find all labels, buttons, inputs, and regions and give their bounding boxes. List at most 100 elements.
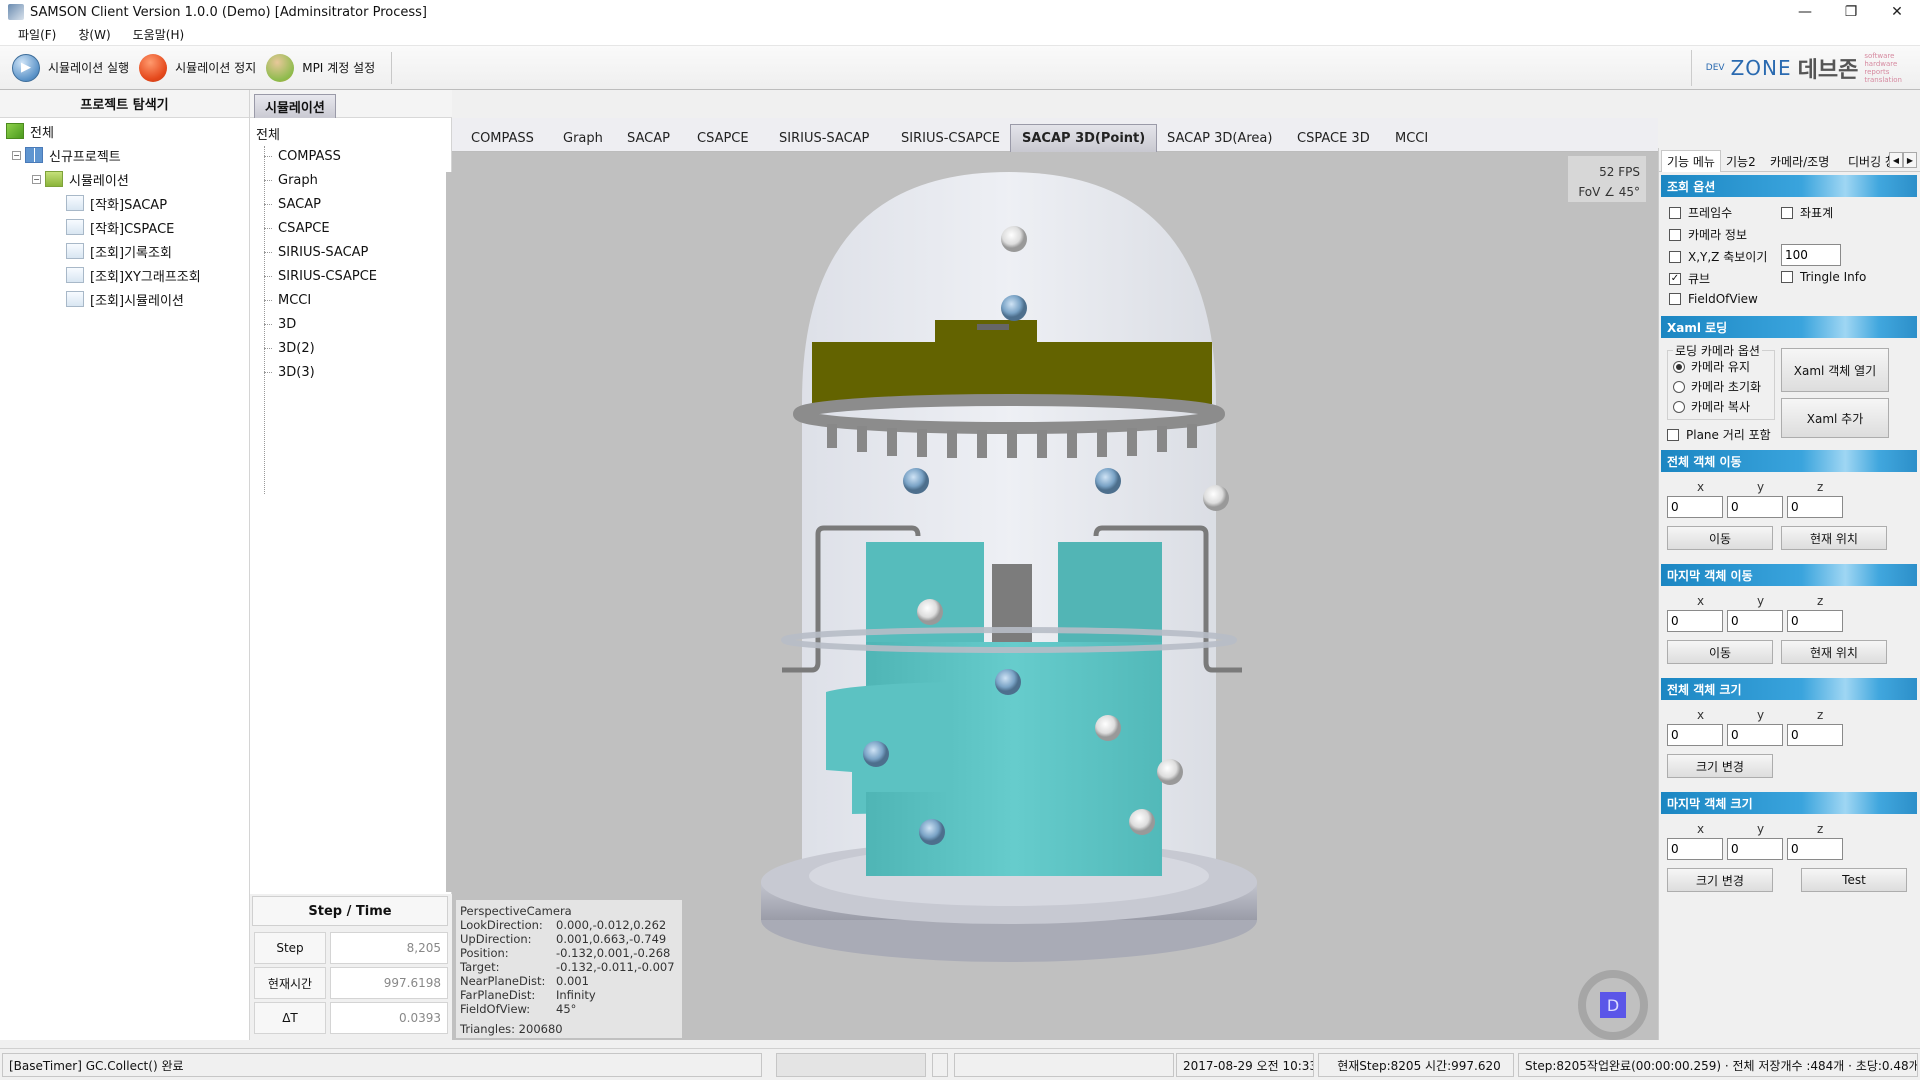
tab-compass[interactable]: COMPASS: [460, 124, 545, 152]
move-all-y-input[interactable]: [1727, 496, 1783, 518]
tab-scroll-right-icon[interactable]: ▶: [1903, 152, 1917, 168]
view-cube[interactable]: D: [1578, 970, 1648, 1040]
tree-project[interactable]: − 신규프로젝트: [12, 144, 121, 166]
chart-icon: [66, 195, 84, 211]
sim-root[interactable]: 전체: [256, 124, 280, 143]
tab-sirius-sacap[interactable]: SIRIUS-SACAP: [768, 124, 880, 152]
cube-checkbox[interactable]: ✓ 큐브: [1669, 270, 1710, 287]
tab-csapce[interactable]: CSAPCE: [686, 124, 760, 152]
tringle-info-checkbox[interactable]: Tringle Info: [1781, 270, 1866, 284]
move-all-x-input[interactable]: [1667, 496, 1723, 518]
test-button[interactable]: Test: [1801, 868, 1907, 892]
radio-icon: [1673, 400, 1685, 413]
radio-keep-camera[interactable]: 카메라 유지: [1673, 358, 1750, 375]
size-last-x-input[interactable]: [1667, 838, 1723, 860]
size-all-y-input[interactable]: [1727, 724, 1783, 746]
sim-item-sirius-csapce[interactable]: SIRIUS-CSAPCE: [264, 266, 377, 286]
sim-item-graph[interactable]: Graph: [264, 170, 318, 190]
checkbox-icon: [1669, 228, 1681, 241]
tree-item[interactable]: [조회]시뮬레이션: [66, 288, 184, 310]
menu-window[interactable]: 창(W): [78, 26, 110, 43]
size-last-y-input[interactable]: [1727, 838, 1783, 860]
size-last-z-input[interactable]: [1787, 838, 1843, 860]
menu-file[interactable]: 파일(F): [18, 26, 56, 43]
camera-row: Position: -0.132,0.001,-0.268: [460, 946, 671, 960]
view-cube-face[interactable]: D: [1600, 992, 1626, 1018]
tree-item[interactable]: [작화]SACAP: [66, 192, 167, 214]
move-all-button[interactable]: 이동: [1667, 526, 1773, 550]
minimize-button[interactable]: —: [1782, 0, 1828, 24]
size-all-z-input[interactable]: [1787, 724, 1843, 746]
axis-label-y: y: [1757, 594, 1765, 608]
particle-blue: [863, 741, 889, 767]
stop-simulation-button[interactable]: 시뮬레이션 정지: [139, 53, 256, 82]
restore-button[interactable]: ❐: [1828, 0, 1874, 24]
tree-root[interactable]: 전체: [6, 120, 54, 142]
tree-item[interactable]: [조회]기록조회: [66, 240, 172, 262]
open-xaml-button[interactable]: Xaml 객체 열기: [1781, 348, 1889, 392]
coord-checkbox[interactable]: 좌표계: [1781, 204, 1833, 221]
add-xaml-button[interactable]: Xaml 추가: [1781, 398, 1889, 438]
sim-item-3d[interactable]: 3D: [264, 314, 296, 334]
tab-simulation[interactable]: 시뮬레이션: [254, 94, 336, 118]
tab-debug[interactable]: 디버깅 창: [1843, 150, 1895, 172]
tab-sacap-3d-area[interactable]: SACAP 3D(Area): [1156, 124, 1283, 152]
close-button[interactable]: ✕: [1874, 0, 1920, 24]
logo-tags: software hardware reports translation: [1864, 52, 1902, 84]
move-last-button[interactable]: 이동: [1667, 640, 1773, 664]
sim-item-compass[interactable]: COMPASS: [264, 146, 341, 166]
step-label: Step: [254, 932, 326, 964]
sim-item-mcci[interactable]: MCCI: [264, 290, 311, 310]
tab-sacap[interactable]: SACAP: [616, 124, 681, 152]
move-all-z-input[interactable]: [1787, 496, 1843, 518]
camera-info-checkbox[interactable]: 카메라 정보: [1669, 226, 1747, 243]
radio-copy-camera[interactable]: 카메라 복사: [1673, 398, 1750, 415]
tree-simulation[interactable]: − 시뮬레이션: [32, 168, 129, 190]
collapse-icon[interactable]: −: [32, 174, 41, 184]
move-last-current-position-button[interactable]: 현재 위치: [1781, 640, 1887, 664]
tab-sacap-3d-point[interactable]: SACAP 3D(Point): [1010, 124, 1158, 152]
menu-help[interactable]: 도움말(H): [133, 26, 185, 43]
sim-item-csapce[interactable]: CSAPCE: [264, 218, 330, 238]
tab-graph[interactable]: Graph: [552, 124, 614, 152]
tab-cspace-3d[interactable]: CSPACE 3D: [1286, 124, 1381, 152]
lid-top: [935, 320, 1037, 344]
camera-row: UpDirection: 0.001,0.663,-0.749: [460, 932, 667, 946]
field-of-view-checkbox[interactable]: FieldOfView: [1669, 292, 1758, 306]
axis-length-input[interactable]: [1781, 244, 1841, 266]
status-spacer: [932, 1053, 948, 1077]
status-message: [BaseTimer] GC.Collect() 완료: [2, 1053, 762, 1077]
move-last-y-input[interactable]: [1727, 610, 1783, 632]
3d-viewport[interactable]: 52 FPS FoV ∠ 45° PerspectiveCamera LookD…: [452, 152, 1658, 1040]
particle-white: [1095, 715, 1121, 741]
mpi-settings-button[interactable]: MPI 계정 설정: [266, 53, 375, 82]
move-last-z-input[interactable]: [1787, 610, 1843, 632]
size-all-x-input[interactable]: [1667, 724, 1723, 746]
resize-last-button[interactable]: 크기 변경: [1667, 868, 1773, 892]
frame-count-checkbox[interactable]: 프레임수: [1669, 204, 1732, 221]
sim-item-sacap[interactable]: SACAP: [264, 194, 321, 214]
sim-item-sirius-sacap[interactable]: SIRIUS-SACAP: [264, 242, 368, 262]
move-last-x-input[interactable]: [1667, 610, 1723, 632]
tab-camera-light[interactable]: 카메라/조명: [1765, 150, 1834, 172]
checkbox-icon: [1667, 428, 1679, 441]
tab-scroll-left-icon[interactable]: ◀: [1889, 152, 1903, 168]
radio-reset-camera[interactable]: 카메라 초기화: [1673, 378, 1761, 395]
collapse-icon[interactable]: −: [12, 150, 21, 160]
tab-feature-menu[interactable]: 기능 메뉴: [1661, 150, 1721, 172]
title-bar: SAMSON Client Version 1.0.0 (Demo) [Admi…: [0, 0, 1920, 24]
logo-korean: 데브존: [1797, 58, 1859, 83]
tab-sirius-csapce[interactable]: SIRIUS-CSAPCE: [890, 124, 1011, 152]
tab-feature2[interactable]: 기능2: [1721, 150, 1761, 172]
resize-all-button[interactable]: 크기 변경: [1667, 754, 1773, 778]
move-all-current-position-button[interactable]: 현재 위치: [1781, 526, 1887, 550]
plane-distance-checkbox[interactable]: Plane 거리 포함: [1667, 426, 1771, 443]
tree-item[interactable]: [조회]XY그래프조회: [66, 264, 201, 286]
sim-item-3d-3[interactable]: 3D(3): [264, 362, 315, 382]
xyz-axis-checkbox[interactable]: X,Y,Z 축보이기: [1669, 248, 1767, 265]
tab-mcci[interactable]: MCCI: [1384, 124, 1439, 152]
tree-item[interactable]: [작화]CSPACE: [66, 216, 174, 238]
run-simulation-button[interactable]: ▶ 시뮬레이션 실행: [12, 53, 129, 82]
sim-item-3d-2[interactable]: 3D(2): [264, 338, 315, 358]
chart-icon: [66, 219, 84, 235]
